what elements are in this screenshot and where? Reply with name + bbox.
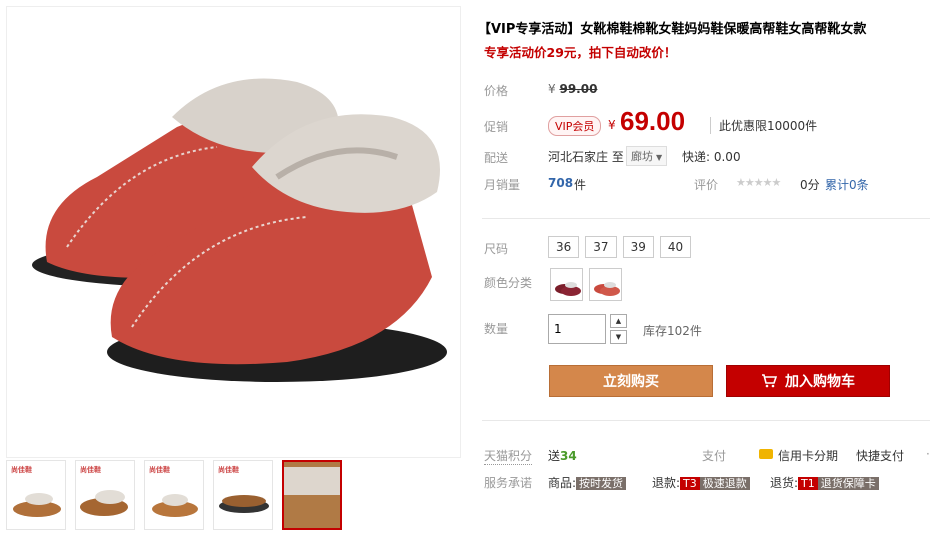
currency-sign: ¥ bbox=[548, 82, 556, 96]
thumbnail-1[interactable]: 尚佳鞋 bbox=[6, 460, 66, 530]
color-swatch-shoe bbox=[555, 282, 581, 296]
size-option-40[interactable]: 40 bbox=[659, 236, 692, 258]
image-gallery: 尚佳鞋 尚佳鞋 尚佳鞋 尚佳鞋 bbox=[0, 0, 462, 543]
quantity-decrease-icon[interactable]: ▼ bbox=[610, 330, 627, 344]
points-prefix: 送 bbox=[548, 449, 561, 463]
credit-installment[interactable]: 信用卡分期 bbox=[778, 447, 838, 464]
promo-price: 69.00 bbox=[620, 106, 686, 136]
shoe-illustration bbox=[32, 78, 447, 382]
vip-badge: VIP会员 bbox=[548, 116, 602, 136]
promise-refund[interactable]: 退款: T3 极速退款 bbox=[652, 474, 750, 491]
ship-to-dropdown[interactable]: 廊坊 ▼ bbox=[626, 146, 668, 166]
rating-label: 评价 bbox=[694, 178, 719, 192]
points-amount: 34 bbox=[560, 449, 577, 463]
original-price-value: 99.00 bbox=[559, 82, 598, 96]
brand-logo: 尚佳鞋 bbox=[149, 466, 170, 474]
add-to-cart-button[interactable]: 加入购物车 bbox=[726, 365, 890, 397]
promise-goods[interactable]: 商品: 按时发货 bbox=[548, 474, 627, 491]
quantity-input[interactable] bbox=[548, 314, 606, 344]
main-product-image[interactable] bbox=[6, 6, 461, 458]
promo-limit: 此优惠限10000件 bbox=[710, 117, 817, 134]
brand-logo: 尚佳鞋 bbox=[11, 466, 32, 474]
divider bbox=[482, 218, 930, 219]
size-option-37[interactable]: 37 bbox=[585, 236, 617, 258]
tmall-points-label[interactable]: 天猫积分 bbox=[484, 447, 533, 465]
refund-prefix: 退款: bbox=[652, 476, 681, 490]
credit-card-icon bbox=[759, 449, 773, 459]
payment-label: 支付 bbox=[702, 449, 727, 463]
quantity-increase-icon[interactable]: ▲ bbox=[610, 314, 627, 328]
thumbnail-5[interactable] bbox=[282, 460, 342, 530]
cart-icon bbox=[762, 374, 777, 388]
return-code-badge: T1 bbox=[798, 477, 818, 490]
sales-label: 月销量 bbox=[484, 178, 521, 192]
promo-currency: ¥ bbox=[608, 118, 616, 132]
color-option-red[interactable] bbox=[589, 268, 622, 301]
quantity-label: 数量 bbox=[484, 322, 509, 336]
return-prefix: 退货: bbox=[770, 476, 799, 490]
express-fee: 快递: 0.00 bbox=[682, 150, 741, 164]
thumbnail-2[interactable]: 尚佳鞋 bbox=[75, 460, 135, 530]
star-rating-icon: ★★★★★ bbox=[736, 176, 781, 189]
review-count-link[interactable]: 累计0条 bbox=[825, 176, 869, 193]
goods-prefix: 商品: bbox=[548, 476, 577, 490]
size-options: 36 37 39 40 bbox=[548, 236, 692, 258]
brand-logo: 尚佳鞋 bbox=[80, 466, 101, 474]
color-options bbox=[550, 268, 622, 301]
product-subtitle: 专享活动价29元，拍下自动改价！ bbox=[484, 45, 677, 60]
price-label: 价格 bbox=[484, 84, 509, 98]
thumbnail-strip: 尚佳鞋 尚佳鞋 尚佳鞋 尚佳鞋 bbox=[6, 460, 461, 540]
buy-now-button[interactable]: 立刻购买 bbox=[549, 365, 713, 397]
thumbnail-3[interactable]: 尚佳鞋 bbox=[144, 460, 204, 530]
quick-pay[interactable]: 快捷支付 bbox=[856, 447, 904, 464]
ship-to-city: 廊坊 bbox=[631, 150, 653, 163]
color-option-burgundy[interactable] bbox=[550, 268, 583, 301]
fast-refund-badge: 极速退款 bbox=[699, 477, 750, 490]
product-title: 【VIP专享活动】女靴棉鞋棉靴女鞋妈妈鞋保暖高帮鞋女高帮靴女款 bbox=[478, 22, 867, 37]
size-option-39[interactable]: 39 bbox=[622, 236, 654, 258]
thumb-shoe bbox=[284, 462, 340, 528]
ship-to-word: 至 bbox=[611, 150, 624, 164]
ontime-delivery-badge: 按时发货 bbox=[576, 477, 627, 490]
ship-from-city: 河北石家庄 bbox=[548, 150, 609, 164]
size-option-36[interactable]: 36 bbox=[548, 236, 580, 258]
color-swatch-shoe bbox=[594, 282, 620, 296]
sales-count: 708 bbox=[548, 176, 574, 190]
shipping-label: 配送 bbox=[484, 151, 509, 165]
refund-code-badge: T3 bbox=[680, 477, 700, 490]
brand-logo: 尚佳鞋 bbox=[218, 466, 239, 474]
original-price: ¥ 99.00 bbox=[548, 82, 597, 96]
stock-count: 库存102件 bbox=[643, 324, 702, 338]
divider bbox=[482, 420, 930, 421]
buy-now-label: 立刻购买 bbox=[603, 374, 659, 390]
sales-unit: 件 bbox=[574, 178, 587, 192]
promise-return[interactable]: 退货: T1 退货保障卡 bbox=[770, 474, 879, 491]
points-value: 送34 bbox=[548, 447, 577, 464]
ship-from: 河北石家庄 至 bbox=[548, 148, 624, 165]
size-label: 尺码 bbox=[484, 242, 509, 256]
return-guarantee-badge: 退货保障卡 bbox=[817, 477, 879, 490]
product-detail-panel: 【VIP专享活动】女靴棉鞋棉靴女鞋妈妈鞋保暖高帮鞋女高帮靴女款 专享活动价29元… bbox=[470, 0, 930, 543]
promo-label: 促销 bbox=[484, 120, 509, 134]
service-promise-label: 服务承诺 bbox=[484, 476, 533, 490]
add-to-cart-label: 加入购物车 bbox=[785, 374, 855, 390]
more-icon: · bbox=[926, 447, 930, 461]
rating-score: 0分 bbox=[800, 178, 820, 192]
color-label: 颜色分类 bbox=[484, 276, 533, 290]
chevron-down-icon: ▼ bbox=[656, 153, 663, 162]
thumbnail-4[interactable]: 尚佳鞋 bbox=[213, 460, 273, 530]
